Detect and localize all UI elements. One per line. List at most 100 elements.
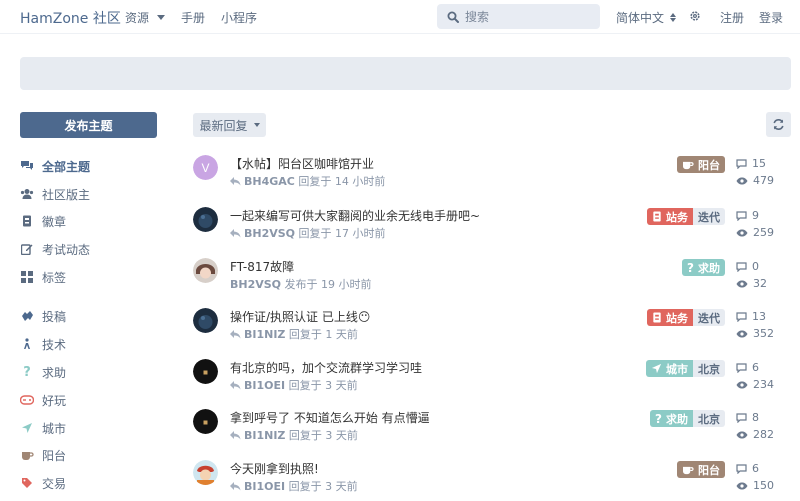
username[interactable]: BH4GAC (244, 175, 295, 188)
tag-group: ? 求助 (682, 259, 725, 276)
tag-badge[interactable]: 阳台 (677, 156, 725, 173)
nav-resources[interactable]: 资源 (125, 9, 166, 26)
discussion-title[interactable]: 一起来编写可供大家翻阅的业余无线电手册吧~ (230, 207, 480, 224)
tag-label: 求助 (698, 261, 720, 275)
discussion-meta: BI1NIZ 回复于 1 天前 (230, 326, 358, 342)
tag-label: 阳台 (698, 158, 720, 172)
activity-time: 发布于 19 小时前 (284, 278, 372, 291)
username[interactable]: BH2VSQ (230, 278, 281, 291)
sort-dropdown[interactable]: 最新回复 (193, 113, 266, 137)
discussion-title[interactable]: FT-817故障 (230, 258, 294, 275)
avatar[interactable]: V (193, 155, 218, 180)
tag-badge-secondary[interactable]: 迭代 (693, 309, 725, 326)
discussion-title[interactable]: 拿到呼号了 不知道怎么开始 有点懵逼 (230, 409, 430, 426)
activity-time: 回复于 3 天前 (288, 379, 358, 392)
tag-badge[interactable]: 站务 (647, 309, 693, 326)
sidebar-item-fun[interactable]: 好玩 (20, 391, 66, 409)
id-card-icon (652, 211, 662, 222)
avatar[interactable] (193, 308, 218, 333)
sidebar-item-balcony[interactable]: 阳台 (20, 446, 66, 464)
sidebar-item-tags[interactable]: 标签 (20, 268, 66, 286)
username[interactable]: BI1OEI (244, 379, 285, 392)
search-box[interactable] (437, 4, 600, 29)
edit-icon (20, 242, 34, 256)
discussion-title[interactable]: 有北京的吗，加个交流群学习学习哇 (230, 359, 422, 376)
avatar[interactable] (193, 207, 218, 232)
tag-badge-secondary[interactable]: 北京 (693, 410, 725, 427)
sidebar-item-badges[interactable]: 徽章 (20, 212, 66, 230)
tag-group: 站务 迭代 (647, 208, 725, 225)
tag-badge[interactable]: 站务 (647, 208, 693, 225)
view-count: 479 (753, 174, 774, 187)
tag-badge[interactable]: 阳台 (677, 461, 725, 478)
avatar[interactable] (193, 460, 218, 485)
eye-icon (736, 280, 748, 287)
eye-icon (736, 330, 748, 337)
register-link[interactable]: 注册 (720, 9, 744, 26)
discussion-row[interactable]: FT-817故障 BH2VSQ 发布于 19 小时前? 求助 0 32 (193, 258, 791, 302)
question-icon: ? (687, 260, 694, 275)
sidebar-item-moderators[interactable]: 社区版主 (20, 185, 90, 203)
nav-resources-label: 资源 (125, 11, 150, 25)
reply-count: 6 (752, 462, 759, 475)
discussion-stats: 0 32 (736, 258, 791, 292)
discussion-row[interactable]: 操作证/执照认证 已上线😶 BI1NIZ 回复于 1 天前 站务 迭代 13 352 (193, 308, 791, 352)
username[interactable]: BH2VSQ (244, 227, 295, 240)
reply-icon (230, 481, 241, 490)
tag-group: 城市 北京 (646, 360, 725, 377)
language-selector[interactable]: 简体中文 (616, 9, 677, 26)
discussion-row[interactable]: 一起来编写可供大家翻阅的业余无线电手册吧~ BH2VSQ 回复于 17 小时前 站务… (193, 207, 791, 251)
sidebar-item-all-topics[interactable]: 全部主题 (20, 157, 90, 175)
tag-group: 阳台 (677, 156, 725, 173)
tag-badge-secondary[interactable]: 北京 (693, 360, 725, 377)
id-card-icon (652, 312, 662, 323)
sidebar-item-exam-news[interactable]: 考试动态 (20, 240, 90, 258)
discussion-row[interactable]: 今天刚拿到执照! BI1OEI 回复于 3 天前 阳台 6 150 (193, 460, 791, 501)
sidebar-item-tech[interactable]: 技术 (20, 335, 66, 353)
sidebar-item-help[interactable]: ? 求助 (20, 363, 66, 381)
discussion-row[interactable]: 拿到呼号了 不知道怎么开始 有点懵逼 BI1NIZ 回复于 3 天前? 求助 北京 8 2… (193, 409, 791, 453)
tag-badge[interactable]: 城市 (646, 360, 693, 377)
discussion-stats: 8 282 (736, 409, 791, 443)
discussion-title[interactable]: 今天刚拿到执照! (230, 460, 319, 477)
discussion-title[interactable]: 操作证/执照认证 已上线😶 (230, 308, 370, 325)
coffee-icon (20, 448, 34, 462)
login-link[interactable]: 登录 (759, 9, 783, 26)
gamepad-icon (20, 393, 34, 407)
search-input[interactable] (465, 9, 585, 24)
new-topic-button[interactable]: 发布主题 (20, 112, 157, 138)
comment-icon (736, 362, 747, 373)
discussion-stats: 15 479 (736, 155, 791, 189)
tag-badge[interactable]: ? 求助 (682, 259, 725, 276)
discussion-row[interactable]: 有北京的吗，加个交流群学习学习哇 BI1OEI 回复于 3 天前 城市 北京 6 234 (193, 359, 791, 403)
nav-manual[interactable]: 手册 (181, 9, 205, 26)
tag-group: 阳台 (677, 461, 725, 478)
avatar[interactable] (193, 258, 218, 283)
avatar[interactable] (193, 409, 218, 434)
tag-label: 求助 (666, 412, 688, 426)
tag-badge[interactable]: ? 求助 (650, 410, 693, 427)
sidebar-item-city[interactable]: 城市 (20, 419, 66, 437)
username[interactable]: BI1OEI (244, 480, 285, 493)
hands-icon (20, 309, 34, 323)
avatar[interactable] (193, 359, 218, 384)
comment-icon (736, 210, 747, 221)
reply-icon (230, 380, 241, 389)
username[interactable]: BI1NIZ (244, 429, 285, 442)
sidebar-item-submit[interactable]: 投稿 (20, 307, 66, 325)
view-count: 352 (753, 327, 774, 340)
discussion-row[interactable]: V 【水帖】阳台区咖啡馆开业 BH4GAC 回复于 14 小时前 阳台 15 479 (193, 155, 791, 199)
discussion-title[interactable]: 【水帖】阳台区咖啡馆开业 (230, 155, 374, 172)
tag-badge-secondary[interactable]: 迭代 (693, 208, 725, 225)
refresh-button[interactable] (766, 112, 791, 137)
username[interactable]: BI1NIZ (244, 328, 285, 341)
discussion-meta: BI1OEI 回复于 3 天前 (230, 377, 358, 393)
sidebar-item-label: 标签 (42, 270, 67, 285)
nav-miniprogram[interactable]: 小程序 (221, 9, 257, 26)
sidebar-item-trade[interactable]: 交易 (20, 474, 66, 492)
site-brand[interactable]: HamZone 社区 (20, 8, 121, 28)
comment-icon (736, 311, 747, 322)
settings-button[interactable] (689, 10, 701, 22)
sidebar-item-label: 好玩 (42, 393, 67, 408)
nav-miniprogram-label: 小程序 (221, 11, 258, 25)
